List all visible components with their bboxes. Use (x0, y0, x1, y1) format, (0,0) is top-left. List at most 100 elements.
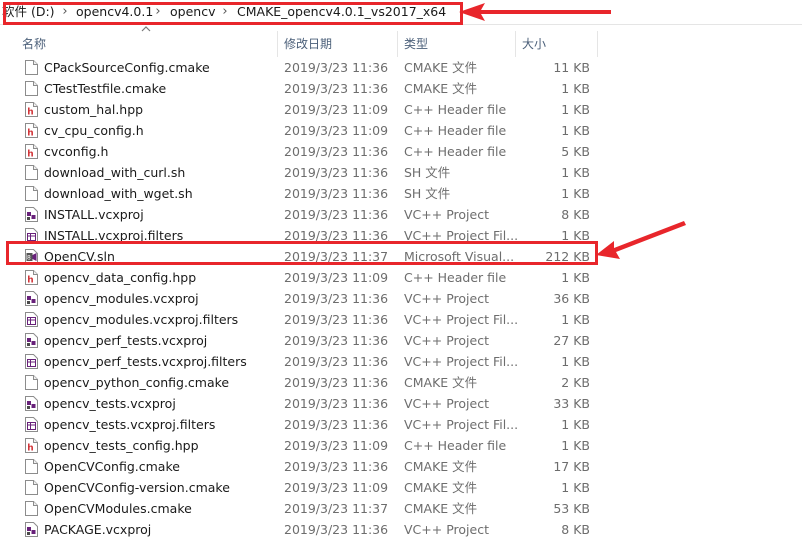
file-modified-date: 2019/3/23 11:09 (284, 480, 389, 495)
vcxproj-icon (25, 333, 38, 348)
file-name: INSTALL.vcxproj.filters (44, 228, 184, 243)
cpp-header-icon: h (25, 270, 38, 286)
file-modified-date: 2019/3/23 11:09 (284, 438, 389, 453)
file-size: 2 KB (561, 375, 590, 390)
filters-file-icon (25, 312, 38, 327)
column-header-size[interactable]: 大小 (516, 31, 598, 57)
filters-file-icon (25, 228, 38, 243)
file-row[interactable]: 8 OpenCV.sln 2019/3/23 11:37 Microsoft Visu… (0, 246, 600, 267)
file-modified-date: 2019/3/23 11:36 (284, 522, 389, 537)
file-row[interactable]: download_with_wget.sh 2019/3/23 11:36 SH 文… (0, 183, 600, 204)
breadcrumb-build-folder[interactable]: CMAKE_opencv4.0.1_vs2017_x64 (237, 3, 446, 21)
generic-file-icon (25, 186, 38, 201)
address-bar[interactable]: 软件 (D:) › opencv4.0.1 › opencv › CMAKE_o… (0, 0, 802, 25)
cpp-header-icon: h (25, 123, 38, 139)
file-row[interactable]: PACKAGE.vcxproj 2019/3/23 11:36 VC++ Proje… (0, 519, 600, 540)
filters-file-icon (25, 417, 38, 432)
file-modified-date: 2019/3/23 11:36 (284, 396, 389, 411)
solution-file-icon: 8 (25, 249, 38, 264)
breadcrumb-opencv[interactable]: opencv (170, 3, 215, 21)
file-type: VC++ Project (404, 522, 489, 537)
file-type: VC++ Project Fil... (404, 312, 519, 327)
column-header-name[interactable]: 名称 (16, 31, 276, 57)
svg-text:h: h (27, 150, 33, 160)
cpp-header-icon: h (25, 438, 38, 454)
file-size: 1 KB (561, 354, 590, 369)
breadcrumb-opencv-version[interactable]: opencv4.0.1 (76, 3, 153, 21)
file-row[interactable]: h cv_cpu_config.h 2019/3/23 11:09 C++ Heade… (0, 120, 600, 141)
file-modified-date: 2019/3/23 11:36 (284, 312, 389, 327)
file-row[interactable]: h custom_hal.hpp 2019/3/23 11:09 C++ Header… (0, 99, 600, 120)
file-row[interactable]: OpenCVConfig.cmake 2019/3/23 11:36 CMAKE 文… (0, 456, 600, 477)
file-row[interactable]: INSTALL.vcxproj.filters 2019/3/23 11:36 VC… (0, 225, 600, 246)
file-modified-date: 2019/3/23 11:09 (284, 270, 389, 285)
file-row[interactable]: opencv_tests.vcxproj 2019/3/23 11:36 VC++ … (0, 393, 600, 414)
file-size: 5 KB (561, 144, 590, 159)
generic-file-icon (25, 459, 38, 474)
file-name: opencv_tests_config.hpp (44, 438, 199, 453)
cpp-header-icon: h (25, 144, 38, 160)
generic-file-icon (25, 81, 38, 96)
file-size: 1 KB (561, 312, 590, 327)
vcxproj-icon (25, 207, 38, 222)
file-modified-date: 2019/3/23 11:36 (284, 207, 389, 222)
generic-file-icon (25, 375, 38, 390)
file-row[interactable]: opencv_modules.vcxproj 2019/3/23 11:36 VC+… (0, 288, 600, 309)
file-size: 1 KB (561, 270, 590, 285)
file-row[interactable]: opencv_perf_tests.vcxproj.filters 2019/3/… (0, 351, 600, 372)
generic-file-icon (25, 480, 38, 495)
file-modified-date: 2019/3/23 11:36 (284, 375, 389, 390)
file-row[interactable]: h opencv_data_config.hpp 2019/3/23 11:09 C+… (0, 267, 600, 288)
generic-file-icon (25, 165, 38, 180)
file-type: VC++ Project (404, 207, 489, 222)
breadcrumb-separator[interactable]: › (153, 3, 163, 21)
file-size: 27 KB (553, 333, 590, 348)
file-row[interactable]: opencv_tests.vcxproj.filters 2019/3/23 11… (0, 414, 600, 435)
file-name: opencv_python_config.cmake (44, 375, 230, 390)
file-name: download_with_wget.sh (44, 186, 193, 201)
file-row[interactable]: CPackSourceConfig.cmake 2019/3/23 11:36 CM… (0, 57, 600, 78)
file-size: 1 KB (561, 165, 590, 180)
file-size: 1 KB (561, 438, 590, 453)
breadcrumb-separator[interactable]: › (60, 3, 70, 21)
annotation-arrow-sln (596, 221, 686, 259)
file-size: 1 KB (561, 81, 590, 96)
file-size: 1 KB (561, 186, 590, 201)
file-row[interactable]: h opencv_tests_config.hpp 2019/3/23 11:09 C… (0, 435, 600, 456)
column-divider[interactable] (597, 31, 598, 57)
sort-ascending-icon (141, 26, 151, 32)
file-type: CMAKE 文件 (404, 501, 478, 516)
file-row[interactable]: OpenCVConfig-version.cmake 2019/3/23 11:0… (0, 477, 600, 498)
file-modified-date: 2019/3/23 11:09 (284, 123, 389, 138)
file-size: 1 KB (561, 123, 590, 138)
file-row[interactable]: opencv_modules.vcxproj.filters 2019/3/23 … (0, 309, 600, 330)
file-size: 53 KB (553, 501, 590, 516)
file-row[interactable]: opencv_perf_tests.vcxproj 2019/3/23 11:36… (0, 330, 600, 351)
file-name: opencv_perf_tests.vcxproj (44, 333, 208, 348)
file-name: OpenCVConfig.cmake (44, 459, 180, 474)
breadcrumb-separator[interactable]: › (220, 3, 230, 21)
vcxproj-icon (25, 522, 38, 537)
file-size: 1 KB (561, 417, 590, 432)
vcxproj-icon (25, 396, 38, 411)
file-row[interactable]: INSTALL.vcxproj 2019/3/23 11:36 VC++ Proje… (0, 204, 600, 225)
file-row[interactable]: opencv_python_config.cmake 2019/3/23 11:3… (0, 372, 600, 393)
filters-file-icon (25, 354, 38, 369)
file-row[interactable]: CTestTestfile.cmake 2019/3/23 11:36 CMAKE … (0, 78, 600, 99)
file-modified-date: 2019/3/23 11:36 (284, 228, 389, 243)
file-type: C++ Header file (404, 123, 507, 138)
file-type: CMAKE 文件 (404, 480, 478, 495)
svg-text:h: h (27, 444, 33, 454)
breadcrumb-drive[interactable]: 软件 (D:) (2, 3, 55, 21)
file-name: opencv_modules.vcxproj (44, 291, 199, 306)
file-row[interactable]: h cvconfig.h 2019/3/23 11:36 C++ Header fil… (0, 141, 600, 162)
file-row[interactable]: download_with_curl.sh 2019/3/23 11:36 SH 文… (0, 162, 600, 183)
file-type: VC++ Project Fil... (404, 354, 519, 369)
file-type: CMAKE 文件 (404, 60, 478, 75)
file-row[interactable]: OpenCVModules.cmake 2019/3/23 11:37 CMAKE … (0, 498, 600, 519)
file-size: 1 KB (561, 228, 590, 243)
column-header-date[interactable]: 修改日期 (278, 31, 396, 57)
file-size: 17 KB (553, 459, 590, 474)
file-modified-date: 2019/3/23 11:36 (284, 291, 389, 306)
column-header-type[interactable]: 类型 (398, 31, 514, 57)
